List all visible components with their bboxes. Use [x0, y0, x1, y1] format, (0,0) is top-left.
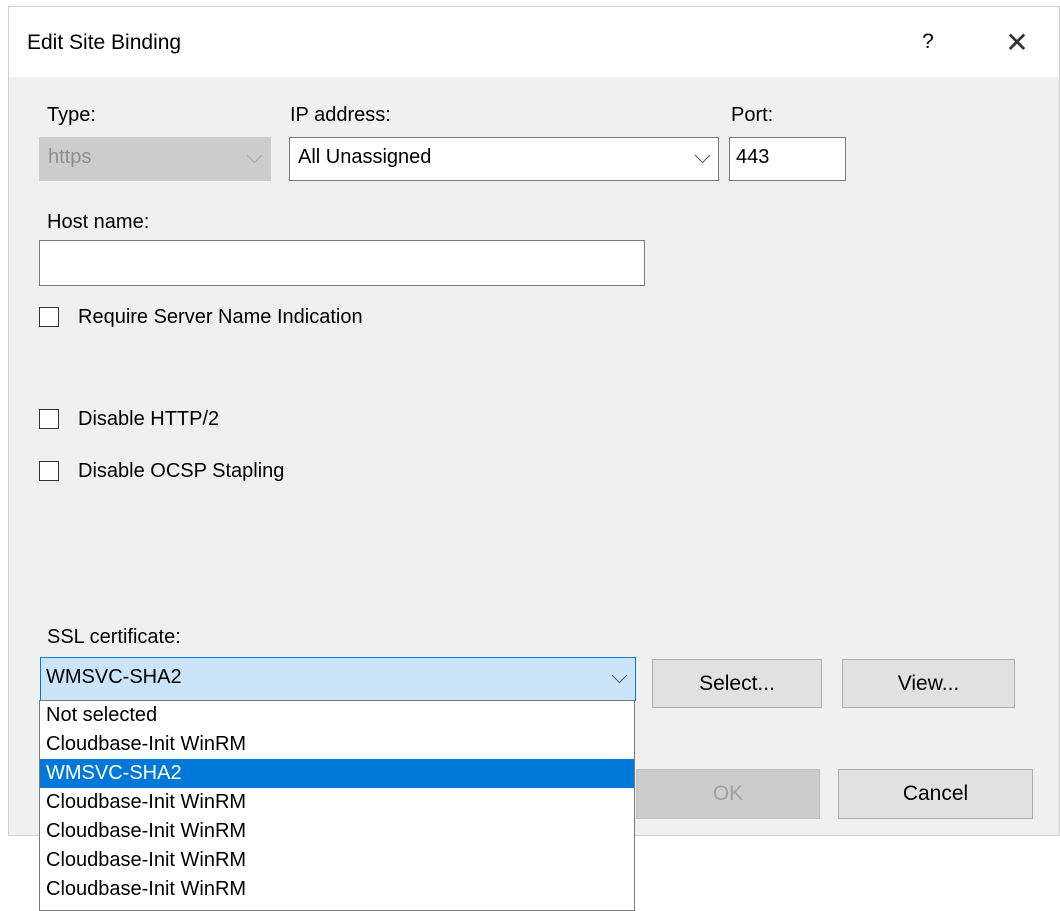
require-sni-checkbox[interactable] — [39, 307, 59, 327]
disable-http2-label: Disable HTTP/2 — [78, 408, 220, 430]
ip-address-value: All Unassigned — [298, 146, 432, 168]
disable-ocsp-label: Disable OCSP Stapling — [78, 460, 285, 482]
ip-address-label: IP address: — [290, 104, 391, 126]
cancel-button[interactable]: Cancel — [838, 769, 1033, 819]
help-button[interactable]: ? — [913, 27, 943, 57]
title-bar: Edit Site Binding ? ✕ — [9, 7, 1059, 77]
close-button[interactable]: ✕ — [999, 25, 1035, 61]
port-value: 443 — [736, 146, 770, 168]
dropdown-option-highlighted[interactable]: WMSVC-SHA2 — [40, 759, 634, 788]
chevron-down-icon — [694, 147, 711, 164]
ssl-certificate-dropdown-list: Not selected Cloudbase-Init WinRM WMSVC-… — [39, 700, 635, 911]
ssl-certificate-label: SSL certificate: — [47, 626, 181, 648]
view-button[interactable]: View... — [842, 659, 1015, 708]
dropdown-option[interactable]: Cloudbase-Init WinRM — [40, 730, 634, 759]
port-input[interactable]: 443 — [729, 137, 846, 181]
disable-ocsp-checkbox[interactable] — [39, 461, 59, 481]
dropdown-option[interactable]: Cloudbase-Init WinRM — [40, 788, 634, 817]
dropdown-option[interactable]: Not selected — [40, 701, 634, 730]
type-select[interactable]: https — [39, 137, 271, 181]
host-name-input[interactable] — [39, 240, 645, 286]
ip-address-select[interactable]: All Unassigned — [289, 137, 719, 181]
type-label: Type: — [47, 104, 96, 126]
dropdown-option[interactable]: Cloudbase-Init WinRM — [40, 875, 634, 904]
ssl-certificate-value: WMSVC-SHA2 — [46, 666, 182, 688]
ok-button[interactable]: OK — [636, 769, 820, 819]
disable-http2-checkbox[interactable] — [39, 409, 59, 429]
dropdown-option[interactable]: Cloudbase-Init WinRM — [40, 846, 634, 875]
type-value: https — [48, 146, 92, 168]
dialog-title: Edit Site Binding — [27, 31, 182, 54]
chevron-down-icon — [611, 667, 628, 684]
require-sni-label: Require Server Name Indication — [78, 306, 363, 328]
host-name-label: Host name: — [47, 211, 150, 233]
port-label: Port: — [731, 104, 774, 126]
chevron-down-icon — [246, 147, 263, 164]
select-button[interactable]: Select... — [652, 659, 822, 708]
dropdown-option[interactable]: Cloudbase-Init WinRM — [40, 817, 634, 846]
ssl-certificate-select[interactable]: WMSVC-SHA2 — [40, 657, 636, 701]
